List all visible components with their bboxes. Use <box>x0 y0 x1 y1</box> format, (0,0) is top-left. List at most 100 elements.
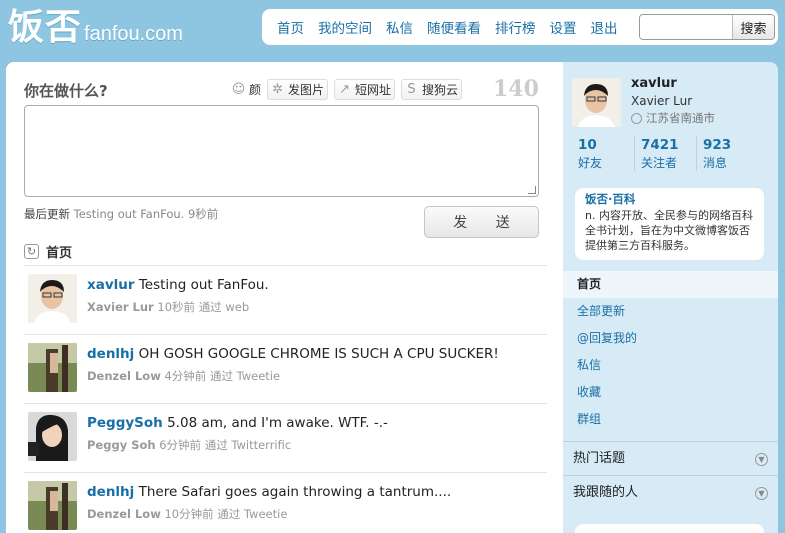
sidebar-item-home[interactable]: 首页 <box>563 271 778 298</box>
last-update: 最后更新 Testing out FanFou. 9秒前 <box>24 206 218 222</box>
status-via: 通过 Tweetie <box>209 369 281 383</box>
resize-grip-icon[interactable] <box>528 186 536 194</box>
status-item: xavlur Testing out FanFou. Xavier Lur 10… <box>24 266 547 335</box>
nav-home[interactable]: 首页 <box>277 17 304 37</box>
status-line: denlhj There Safari goes again throwing … <box>87 484 451 500</box>
status-item: denlhj OH GOSH GOOGLE CHROME IS SUCH A C… <box>24 335 547 404</box>
status-via: 通过 Twitterrific <box>204 438 292 452</box>
status-realname[interactable]: Denzel Low <box>87 369 161 383</box>
nav-my-space[interactable]: 我的空间 <box>318 17 372 37</box>
profile-avatar[interactable] <box>572 78 621 127</box>
status-meta: Xavier Lur 10秒前 通过 web <box>87 299 249 315</box>
section-hot-topics[interactable]: 热门话题 ▼ <box>563 441 778 475</box>
wiki-title[interactable]: 饭否·百科 <box>585 192 754 207</box>
nav-logout[interactable]: 退出 <box>591 17 618 37</box>
stat-number: 923 <box>703 137 732 153</box>
compose-textarea-wrap <box>24 105 539 197</box>
photo-icon: ✲ <box>272 82 283 97</box>
avatar[interactable] <box>28 481 77 530</box>
stat-label: 好友 <box>578 156 603 170</box>
status-time[interactable]: 4分钟前 <box>164 369 206 383</box>
search-button[interactable]: 搜索 <box>732 15 774 39</box>
photo-button[interactable]: ✲ 发图片 <box>267 79 329 100</box>
status-via: 通过 Tweetie <box>217 507 288 521</box>
status-text: Testing out FanFou. <box>138 277 269 293</box>
profile-location: 江苏省南通市 <box>631 110 715 126</box>
search-input[interactable] <box>640 15 732 39</box>
status-user-link[interactable]: xavlur <box>87 277 135 293</box>
status-meta: Denzel Low 4分钟前 通过 Tweetie <box>87 368 280 384</box>
status-time[interactable]: 10分钟前 <box>164 507 213 521</box>
stat-number: 10 <box>578 137 597 153</box>
profile-username[interactable]: xavlur <box>631 76 677 91</box>
send-button[interactable]: 发 送 <box>424 206 539 238</box>
timeline-title: 首页 <box>46 246 73 261</box>
nav-settings[interactable]: 设置 <box>550 17 577 37</box>
shorturl-label: 短网址 <box>355 83 392 97</box>
sogou-button[interactable]: S 搜狗云 <box>401 79 463 100</box>
sidebar-item-favorites[interactable]: 收藏 <box>563 379 778 406</box>
stat-label: 消息 <box>703 156 728 170</box>
stat-number: 7421 <box>641 137 679 153</box>
sidebar-item-messages[interactable]: 私信 <box>563 352 778 379</box>
wiki-body: n. 内容开放、全民参与的网络百科全书计划，旨在为中文微博客饭否提供第三方百科服… <box>585 209 753 252</box>
emoticon-label: 颜 <box>249 83 262 97</box>
last-update-label: 最后更新 <box>24 207 70 221</box>
logo[interactable]: 饭否 fanfou.com <box>8 4 183 48</box>
status-realname[interactable]: Peggy Soh <box>87 438 156 452</box>
sidebar-menu: 首页 全部更新 @回复我的 私信 收藏 群组 <box>563 271 778 433</box>
sidebar-bottom-panel <box>575 524 764 533</box>
status-line: PeggySoh 5.08 am, and I'm awake. WTF. -.… <box>87 415 388 431</box>
status-user-link[interactable]: PeggySoh <box>87 415 163 431</box>
stat-label: 关注者 <box>641 156 678 170</box>
profile-realname: Xavier Lur <box>631 94 693 108</box>
profile-stats: 10 好友 7421 关注者 923 消息 <box>572 136 758 171</box>
sidebar-item-all-updates[interactable]: 全部更新 <box>563 298 778 325</box>
compose-textarea[interactable] <box>25 106 538 196</box>
main-column: 你在做什么? ☺ 颜 ✲ 发图片 ↗ 短网址 S 搜狗云 140 最后更新 Te… <box>6 62 563 533</box>
section-title: 我跟随的人 <box>573 485 639 500</box>
compose-tools: ☺ 颜 ✲ 发图片 ↗ 短网址 S 搜狗云 <box>231 79 463 100</box>
logo-en: fanfou.com <box>84 23 183 45</box>
timeline-header: ↻ 首页 <box>24 242 72 261</box>
status-meta: Peggy Soh 6分钟前 通过 Twitterrific <box>87 437 291 453</box>
chevron-down-icon[interactable]: ▼ <box>755 453 768 466</box>
stat-followers[interactable]: 7421 关注者 <box>634 136 696 171</box>
nav-messages[interactable]: 私信 <box>386 17 413 37</box>
sidebar-item-groups[interactable]: 群组 <box>563 406 778 433</box>
profile-location-text: 江苏省南通市 <box>646 111 715 125</box>
refresh-icon[interactable]: ↻ <box>24 244 39 259</box>
location-icon <box>631 112 642 124</box>
status-user-link[interactable]: denlhj <box>87 484 134 500</box>
avatar[interactable] <box>28 343 77 392</box>
emoticon-button[interactable]: ☺ 颜 <box>231 79 261 100</box>
link-icon: ↗ <box>339 82 350 97</box>
status-via: 通过 web <box>198 300 250 314</box>
sidebar-item-replies[interactable]: @回复我的 <box>563 325 778 352</box>
sidebar: xavlur Xavier Lur 江苏省南通市 10 好友 7421 关注者 … <box>563 62 778 533</box>
wiki-box: 饭否·百科 n. 内容开放、全民参与的网络百科全书计划，旨在为中文微博客饭否提供… <box>575 188 764 260</box>
section-following[interactable]: 我跟随的人 ▼ <box>563 475 778 509</box>
nav-browse[interactable]: 随便看看 <box>427 17 481 37</box>
status-time[interactable]: 10秒前 <box>157 300 195 314</box>
status-realname[interactable]: Denzel Low <box>87 507 161 521</box>
avatar[interactable] <box>28 274 77 323</box>
status-item: denlhj There Safari goes again throwing … <box>24 473 547 533</box>
status-text: OH GOSH GOOGLE CHROME IS SUCH A CPU SUCK… <box>138 346 499 362</box>
logo-cn: 饭否 <box>8 7 83 48</box>
sogou-icon: S <box>407 82 416 97</box>
nav-rankings[interactable]: 排行榜 <box>495 17 536 37</box>
stat-messages[interactable]: 923 消息 <box>696 136 758 171</box>
status-realname[interactable]: Xavier Lur <box>87 300 154 314</box>
stat-friends[interactable]: 10 好友 <box>572 136 634 171</box>
avatar[interactable] <box>28 412 77 461</box>
status-text: There Safari goes again throwing a tantr… <box>138 484 452 500</box>
compose-title: 你在做什么? <box>24 82 108 100</box>
search-box: 搜索 <box>639 14 775 40</box>
status-user-link[interactable]: denlhj <box>87 346 134 362</box>
chevron-down-icon[interactable]: ▼ <box>755 487 768 500</box>
status-time[interactable]: 6分钟前 <box>159 438 201 452</box>
shorturl-button[interactable]: ↗ 短网址 <box>334 79 396 100</box>
photo-label: 发图片 <box>288 83 325 97</box>
status-line: xavlur Testing out FanFou. <box>87 277 269 293</box>
